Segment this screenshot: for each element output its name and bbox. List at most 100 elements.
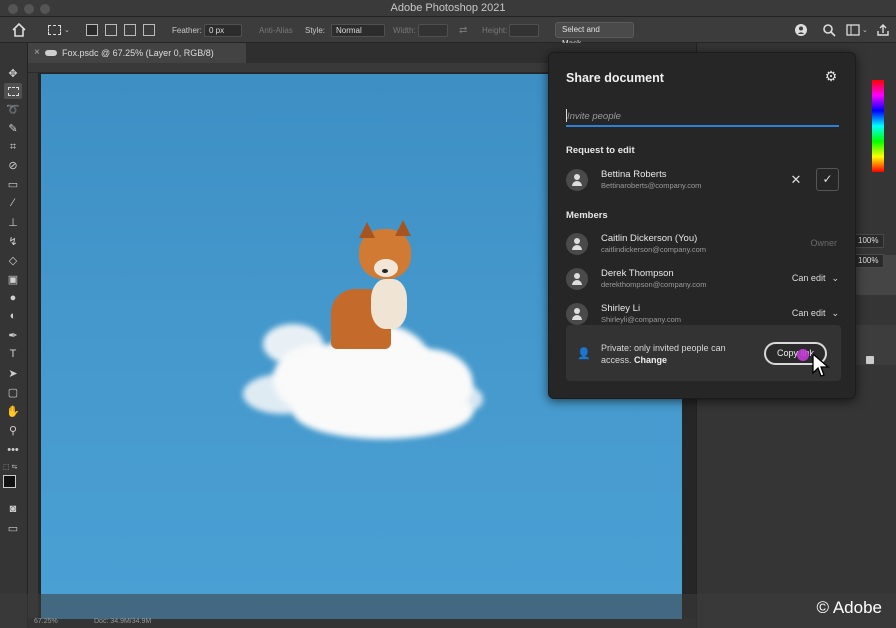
click-indicator xyxy=(797,349,809,361)
text-cursor xyxy=(566,109,567,122)
share-icon[interactable] xyxy=(794,23,808,37)
subtract-from-selection-icon[interactable] xyxy=(124,24,136,36)
member-email: caitlindickerson@company.com xyxy=(601,245,707,254)
privacy-text: Private: only invited people can access.… xyxy=(601,342,751,366)
pen-tool-icon[interactable]: ✒ xyxy=(4,327,22,343)
intersect-selection-icon[interactable] xyxy=(143,24,155,36)
chevron-down-icon[interactable]: ⌄ xyxy=(64,17,70,43)
app-title: Adobe Photoshop 2021 xyxy=(390,2,506,14)
opacity-field[interactable]: 100% xyxy=(854,234,884,248)
anti-alias-checkbox[interactable]: Anti-Alias xyxy=(259,17,293,43)
edit-request-row: Bettina Roberts Bettinaroberts@company.c… xyxy=(566,165,839,195)
hand-tool-icon[interactable]: ✋ xyxy=(4,403,22,419)
change-privacy-link[interactable]: Change xyxy=(634,355,667,365)
share-panel-title: Share document xyxy=(566,71,664,85)
eyedropper-tool-icon[interactable]: ⊘ xyxy=(4,157,22,173)
member-role: Owner xyxy=(810,238,837,248)
home-icon[interactable] xyxy=(12,23,26,37)
member-row: Derek Thompson derekthompson@company.com… xyxy=(566,264,839,294)
feather-input[interactable]: 0 px xyxy=(204,23,242,37)
permission-label: Can edit xyxy=(791,273,826,283)
color-spectrum[interactable] xyxy=(872,80,884,172)
dodge-tool-icon[interactable]: ◐ xyxy=(4,308,22,324)
avatar xyxy=(566,303,588,325)
swap-icon[interactable]: ⇄ xyxy=(459,17,467,43)
member-permission-dropdown[interactable]: Can edit ⌄ xyxy=(792,273,839,284)
width-input[interactable] xyxy=(418,23,448,37)
select-and-mask-button[interactable]: Select and Mask... xyxy=(555,22,634,48)
more-tools-icon[interactable]: ••• xyxy=(4,442,22,458)
title-bar: Adobe Photoshop 2021 xyxy=(0,0,896,17)
move-tool-icon[interactable]: ✥ xyxy=(4,65,22,81)
options-bar: ⌄ Feather: 0 px Anti-Alias Style: Normal… xyxy=(0,17,896,48)
avatar xyxy=(566,169,588,191)
tools-panel: ✥ ➰ ✎ ⌗ ⊘ ▭ ⁄ ⊥ ↯ ◇ ▣ ● ◐ ✒ T ➤ ▢ ✋ ⚲ ••… xyxy=(0,43,28,628)
privacy-settings-box: 👤 Private: only invited people can acces… xyxy=(566,325,841,381)
member-name: Caitlin Dickerson (You) xyxy=(601,233,698,244)
quick-selection-tool-icon[interactable]: ✎ xyxy=(4,120,22,136)
chevron-down-icon: ⌄ xyxy=(831,308,839,318)
chevron-down-icon: ⌄ xyxy=(831,273,839,283)
clone-stamp-tool-icon[interactable]: ⊥ xyxy=(4,214,22,230)
history-brush-tool-icon[interactable]: ↯ xyxy=(4,233,22,249)
gear-icon[interactable]: ⚙ xyxy=(824,69,838,83)
height-input[interactable] xyxy=(509,23,539,37)
add-to-selection-icon[interactable] xyxy=(105,24,117,36)
style-label: Style: xyxy=(305,25,326,35)
member-email: Shirleyli@company.com xyxy=(601,315,681,324)
avatar xyxy=(566,233,588,255)
path-selection-tool-icon[interactable]: ➤ xyxy=(4,365,22,381)
request-to-edit-heading: Request to edit xyxy=(566,145,635,156)
vertical-ruler xyxy=(28,73,38,618)
avatar xyxy=(566,268,588,290)
members-heading: Members xyxy=(566,210,608,221)
share-upload-icon[interactable] xyxy=(876,23,890,37)
eraser-tool-icon[interactable]: ◇ xyxy=(4,252,22,268)
foreground-color-swatch[interactable] xyxy=(3,475,16,488)
member-row: Caitlin Dickerson (You) caitlindickerson… xyxy=(566,229,839,259)
adobe-watermark: © Adobe xyxy=(816,598,882,617)
zoom-tool-icon[interactable]: ⚲ xyxy=(4,422,22,438)
member-name: Derek Thompson xyxy=(601,268,674,279)
private-lock-icon: 👤 xyxy=(577,348,591,360)
workspace-icon[interactable] xyxy=(846,23,860,37)
approve-request-button[interactable]: ✓ xyxy=(816,168,839,191)
mouse-pointer-icon xyxy=(812,353,830,377)
marquee-tool-icon[interactable] xyxy=(4,83,22,99)
share-document-panel: Share document ⚙ Request to edit Bettina… xyxy=(548,52,856,399)
deny-request-button[interactable]: ✕ xyxy=(787,171,805,189)
cloud-document-icon xyxy=(45,50,57,56)
marquee-tool-preset-icon[interactable] xyxy=(48,25,61,35)
gradient-tool-icon[interactable]: ▣ xyxy=(4,271,22,287)
crop-tool-icon[interactable]: ⌗ xyxy=(4,139,22,155)
lasso-tool-icon[interactable]: ➰ xyxy=(4,101,22,117)
lock-icon xyxy=(866,356,874,364)
document-tab[interactable]: × Fox.psdc @ 67.25% (Layer 0, RGB/8) xyxy=(28,43,246,63)
rectangle-tool-icon[interactable]: ▢ xyxy=(4,384,22,400)
member-permission-dropdown[interactable]: Can edit ⌄ xyxy=(792,308,839,319)
default-colors-icon[interactable]: ⬚ ⇆ xyxy=(3,463,17,471)
healing-brush-tool-icon[interactable]: ▭ xyxy=(4,176,22,192)
permission-label: Can edit xyxy=(791,308,826,318)
brush-tool-icon[interactable]: ⁄ xyxy=(4,195,22,211)
close-tab-icon[interactable]: × xyxy=(34,43,40,63)
doc-size: Doc: 34.9M/34.9M xyxy=(94,618,152,625)
height-label: Height: xyxy=(482,25,508,35)
document-tab-label: Fox.psdc @ 67.25% (Layer 0, RGB/8) xyxy=(62,48,214,58)
type-tool-icon[interactable]: T xyxy=(4,346,22,362)
width-label: Width: xyxy=(393,25,416,35)
blur-tool-icon[interactable]: ● xyxy=(4,290,22,306)
zoom-level: 67.25% xyxy=(34,618,58,625)
member-name: Shirley Li xyxy=(601,303,641,314)
fill-field[interactable]: 100% xyxy=(854,254,884,268)
style-select[interactable]: Normal xyxy=(331,23,385,37)
search-icon[interactable] xyxy=(822,23,836,37)
feather-label: Feather: xyxy=(172,25,202,35)
invite-people-input[interactable] xyxy=(566,107,839,127)
requester-name: Bettina Roberts xyxy=(601,169,667,180)
new-selection-icon[interactable] xyxy=(86,24,98,36)
member-email: derekthompson@company.com xyxy=(601,280,707,289)
screen-mode-icon[interactable]: ▭ xyxy=(4,520,22,536)
chevron-down-icon[interactable]: ⌄ xyxy=(862,17,868,43)
quick-mask-icon[interactable]: ◙ xyxy=(4,501,22,517)
